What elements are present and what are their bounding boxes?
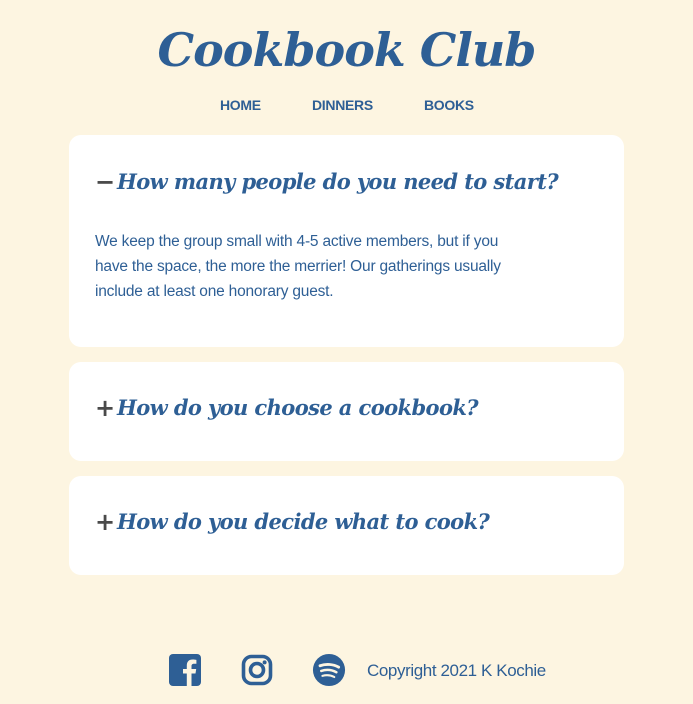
faq-question-toggle-1[interactable]: − How many people do you need to start? [95,162,559,202]
site-title: Cookbook Club [157,23,537,77]
faq-question-2: How do you choose a cookbook? [117,395,479,420]
faq-question-toggle-2[interactable]: + How do you choose a cookbook? [95,388,479,428]
faq-question-toggle-3[interactable]: + How do you decide what to cook? [95,502,490,542]
faq-answer-1: We keep the group small with 4-5 active … [95,233,501,300]
expand-icon: + [95,508,116,536]
footer: Copyright 2021 K Kochie [0,652,693,690]
faq-card-2: + How do you choose a cookbook? [69,362,624,461]
spotify-icon[interactable] [312,652,346,688]
nav-link-books[interactable]: BOOKS [424,96,474,114]
copyright-text: Copyright 2021 K Kochie [367,661,546,680]
faq-question-3: How do you decide what to cook? [117,509,490,534]
nav-link-home[interactable]: HOME [220,96,261,114]
collapse-icon: − [95,168,116,196]
faq-card-3: + How do you decide what to cook? [69,476,624,575]
main-nav: HOME DINNERS BOOKS [0,96,693,116]
expand-icon: + [95,394,116,422]
faq-card-1: − How many people do you need to start? … [69,135,624,347]
faq-question-1: How many people do you need to start? [117,169,559,194]
nav-link-dinners[interactable]: DINNERS [312,96,373,114]
instagram-icon[interactable] [240,652,274,688]
facebook-icon[interactable] [168,652,202,688]
